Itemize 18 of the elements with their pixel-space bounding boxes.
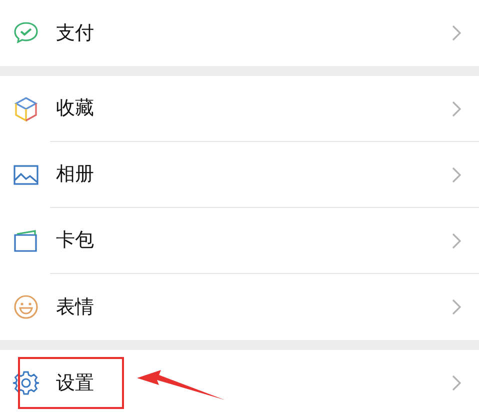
- cube-icon: [14, 96, 38, 122]
- menu-label: 相册: [56, 162, 94, 188]
- gear-icon: [13, 370, 39, 396]
- card-icon: [13, 229, 39, 253]
- chevron-right-icon: [452, 299, 461, 315]
- chevron-right-icon: [452, 100, 461, 116]
- menu-label: 支付: [56, 20, 94, 46]
- chat-check-icon: [13, 21, 39, 45]
- chevron-right-icon: [452, 166, 461, 182]
- menu-label: 卡包: [56, 228, 94, 254]
- chevron-right-icon: [452, 25, 461, 41]
- image-icon: [13, 164, 39, 186]
- menu-label: 设置: [56, 370, 94, 396]
- chevron-right-icon: [452, 232, 461, 248]
- smiley-icon: [13, 294, 39, 320]
- chevron-right-icon: [452, 375, 461, 391]
- menu-label: 收藏: [56, 96, 94, 122]
- menu-label: 表情: [56, 294, 94, 320]
